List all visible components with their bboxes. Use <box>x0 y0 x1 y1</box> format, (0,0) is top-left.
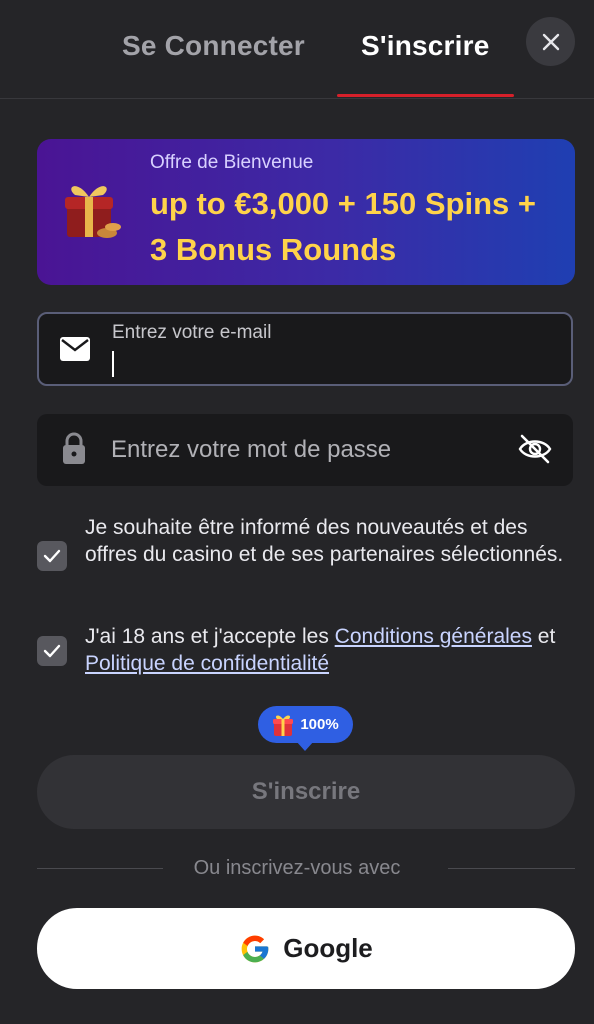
text-cursor <box>112 351 114 377</box>
banner-subtitle: Offre de Bienvenue <box>150 152 314 173</box>
email-field-label: Entrez votre e-mail <box>112 322 272 343</box>
gift-icon <box>65 186 121 238</box>
bonus-badge: 100% <box>258 706 353 743</box>
eye-off-icon[interactable] <box>517 431 553 467</box>
privacy-link[interactable]: Politique de confidentialité <box>85 652 329 675</box>
google-button-label: Google <box>283 933 373 963</box>
terms-consent-row: J'ai 18 ans et j'accepte les Conditions … <box>37 623 577 679</box>
auth-tabs: Se Connecter S'inscrire <box>0 0 594 99</box>
signup-submit-button[interactable]: S'inscrire <box>37 755 575 829</box>
terms-checkbox[interactable] <box>37 636 67 666</box>
banner-title: up to €3,000 + 150 Spins + 3 Bonus Round… <box>150 186 536 267</box>
terms-prefix: J'ai 18 ans et j'accepte les <box>85 625 335 648</box>
newsletter-consent-text: Je souhaite être informé des nouveautés … <box>85 516 564 566</box>
newsletter-consent-row: Je souhaite être informé des nouveautés … <box>37 514 577 598</box>
newsletter-checkbox[interactable] <box>37 541 67 571</box>
terms-link[interactable]: Conditions générales <box>335 625 532 648</box>
tab-login[interactable]: Se Connecter <box>122 30 305 62</box>
google-logo-icon <box>241 935 269 962</box>
terms-consent-text: J'ai 18 ans et j'accepte les Conditions … <box>85 623 565 677</box>
bonus-badge-value: 100% <box>300 716 339 733</box>
checkmark-icon <box>43 549 61 563</box>
alt-signup-divider-text: Ou inscrivez-vous avec <box>193 857 401 879</box>
welcome-offer-banner: Offre de Bienvenue up to €3,000 + 150 Sp… <box>37 139 575 285</box>
checkmark-icon <box>43 644 61 658</box>
password-placeholder: Entrez votre mot de passe <box>111 436 392 463</box>
active-tab-indicator <box>337 94 514 97</box>
envelope-icon <box>59 336 91 362</box>
gift-icon <box>273 715 294 736</box>
close-icon <box>542 33 559 50</box>
tab-signup[interactable]: S'inscrire <box>361 30 490 62</box>
close-button[interactable] <box>526 17 575 66</box>
email-field[interactable]: Entrez votre e-mail <box>37 312 573 386</box>
password-field[interactable]: Entrez votre mot de passe <box>37 414 573 486</box>
google-signup-button[interactable]: Google <box>37 908 575 989</box>
lock-icon <box>61 431 87 465</box>
terms-joiner: et <box>531 625 556 648</box>
bonus-badge-pointer <box>296 741 314 751</box>
